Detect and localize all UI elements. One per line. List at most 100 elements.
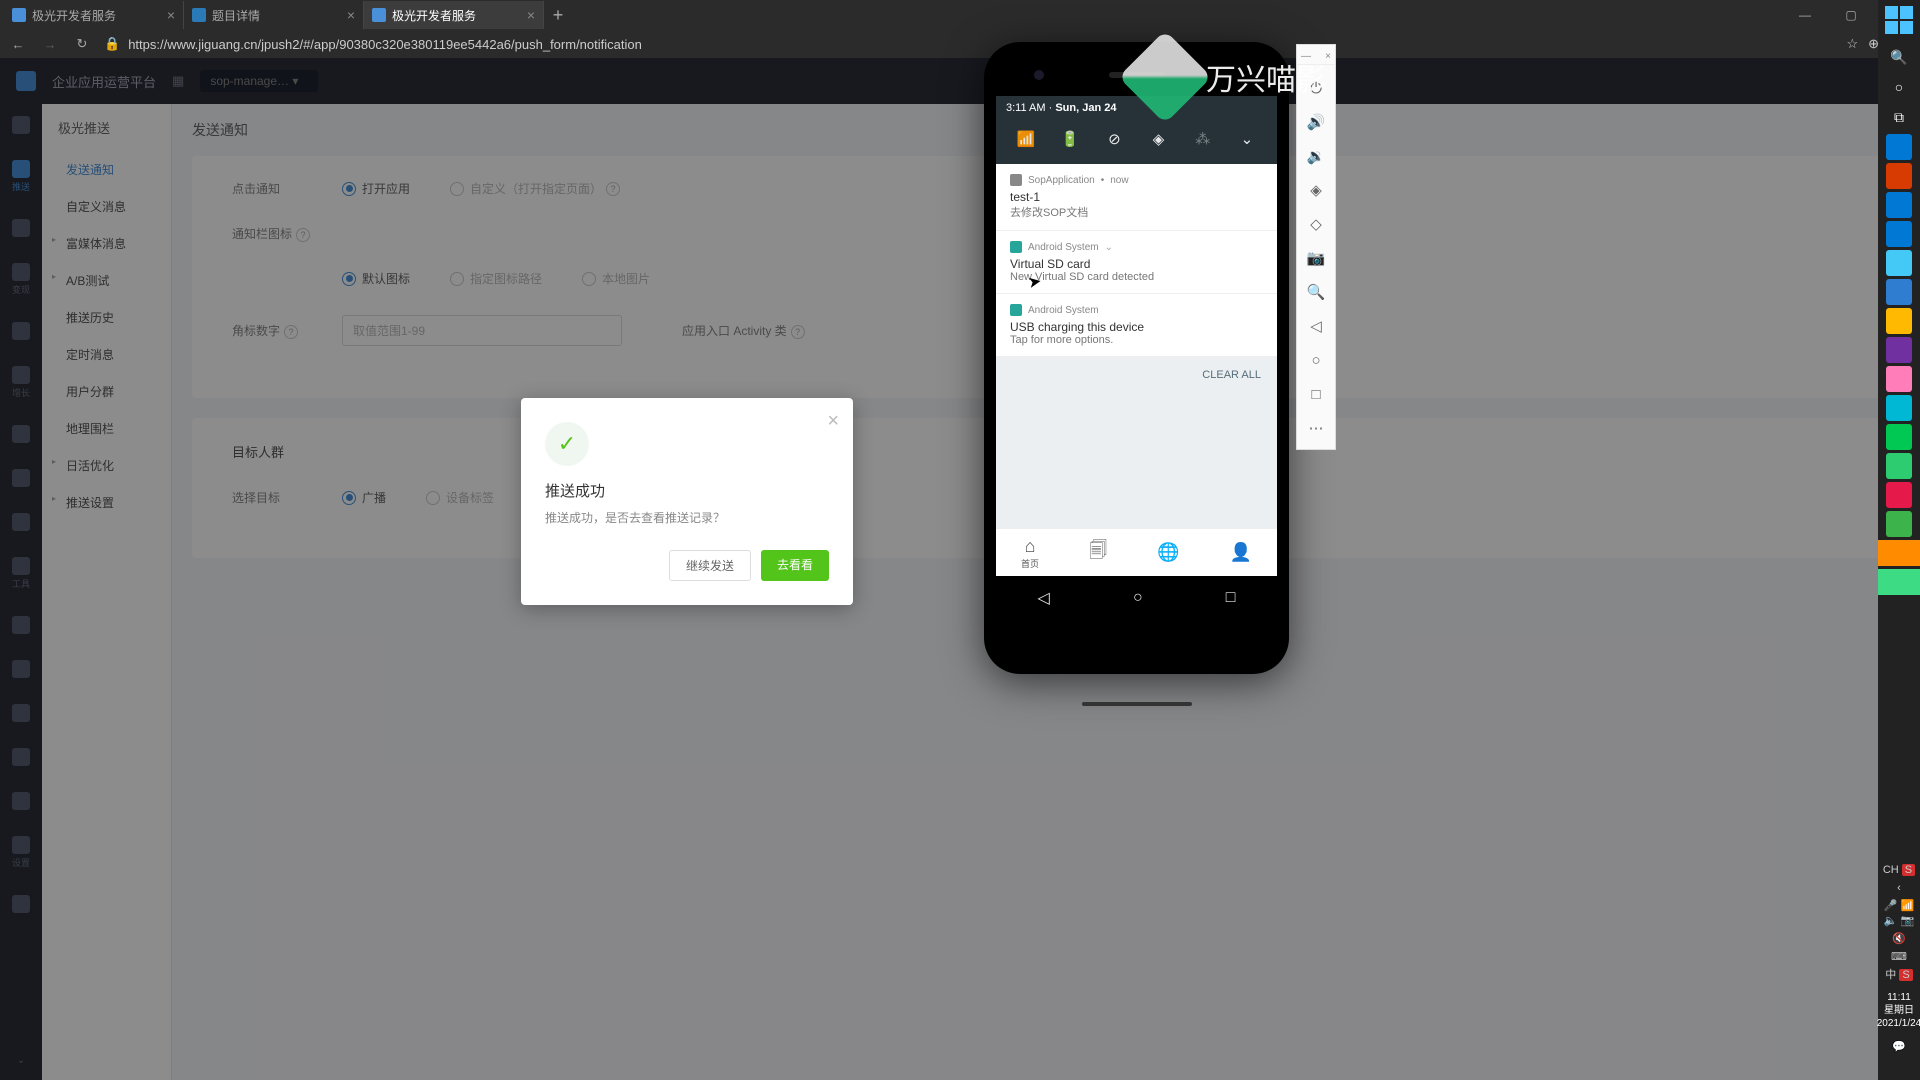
nav-home-icon[interactable]: ○ [1133, 589, 1143, 607]
notif-app-name: Android System [1028, 305, 1099, 316]
tab-close-icon[interactable]: × [527, 7, 535, 23]
browser-tab[interactable]: 极光开发者服务 × [364, 1, 544, 29]
signal-icon[interactable]: 📶 [1016, 130, 1036, 150]
taskbar-app-icon[interactable] [1886, 250, 1912, 276]
clock-date: 2021/1/24 [1877, 1017, 1920, 1030]
browser-tab[interactable]: 题目详情 × [184, 1, 364, 29]
url-text: https://www.jiguang.cn/jpush2/#/app/9038… [128, 37, 642, 52]
volume-up-icon[interactable]: 🔊 [1302, 108, 1330, 136]
dialog-message: 推送成功，是否去查看推送记录？ [545, 509, 829, 526]
tab-close-icon[interactable]: × [347, 7, 355, 23]
taskbar-app-icon[interactable] [1886, 279, 1912, 305]
expand-icon[interactable]: ⌄ [1237, 130, 1257, 150]
taskbar-app-icon[interactable] [1886, 337, 1912, 363]
window-minimize[interactable]: ― [1782, 0, 1828, 30]
tab-3[interactable]: 🌐 [1157, 542, 1179, 563]
phone-speaker [1109, 72, 1165, 78]
screenshot-icon[interactable]: 📷 [1302, 244, 1330, 272]
nav-forward-icon[interactable]: → [40, 37, 60, 52]
tray-expand-icon[interactable]: ‹ [1877, 879, 1920, 897]
clear-all-button[interactable]: CLEAR ALL [996, 357, 1277, 393]
taskbar-app-icon[interactable] [1886, 366, 1912, 392]
nav-recent-icon[interactable]: □ [1226, 589, 1236, 607]
cortana-icon[interactable]: ○ [1886, 74, 1912, 100]
nav-refresh-icon[interactable]: ↻ [72, 36, 92, 52]
taskbar-app-icon[interactable] [1886, 453, 1912, 479]
tab-2[interactable]: 🗐 [1089, 538, 1107, 568]
nav-back-icon[interactable]: ◁ [1038, 588, 1050, 608]
tray-icons[interactable]: 🎤 📶 🔈 📷 [1877, 897, 1920, 930]
taskbar-apps [1878, 134, 1920, 595]
power-icon[interactable]: ⏻ [1302, 74, 1330, 102]
success-dialog: × ✓ 推送成功 推送成功，是否去查看推送记录？ 继续发送 去看看 [521, 398, 853, 605]
windows-taskbar: 🔍 ○ ⧉ CH S ‹ 🎤 📶 🔈 📷 🔇 ⌨ 中 S 11:11 星期日 2… [1878, 0, 1920, 1080]
back-icon[interactable]: ◁ [1302, 312, 1330, 340]
app-icon [1010, 304, 1022, 316]
battery-icon[interactable]: 🔋 [1060, 130, 1080, 150]
notif-app-name: SopApplication [1028, 175, 1095, 186]
notification[interactable]: Android SystemUSB charging this deviceTa… [996, 294, 1277, 357]
notification[interactable]: SopApplication • nowtest-1去修改SOP文档 [996, 164, 1277, 231]
quick-settings: 📶 🔋 ⊘ ◈ ⁂ ⌄ [996, 120, 1277, 164]
start-button[interactable] [1885, 6, 1913, 34]
taskbar-app-icon[interactable] [1886, 511, 1912, 537]
notification-list: SopApplication • nowtest-1去修改SOP文档Androi… [996, 164, 1277, 357]
modal-backdrop[interactable] [0, 58, 1920, 1080]
home-icon[interactable]: ○ [1302, 346, 1330, 374]
search-icon[interactable]: 🔍 [1886, 44, 1912, 70]
taskbar-app-icon[interactable] [1886, 482, 1912, 508]
home-tab[interactable]: ⌂首页 [1021, 536, 1039, 570]
bluetooth-icon[interactable]: ⁂ [1193, 130, 1213, 150]
browser-tab[interactable]: 极光开发者服务 × [4, 1, 184, 29]
close-icon[interactable]: × [827, 410, 839, 433]
home-indicator [1082, 702, 1192, 706]
zoom-icon[interactable]: 🔍 [1302, 278, 1330, 306]
continue-send-button[interactable]: 继续发送 [669, 550, 751, 581]
taskbar-app-icon[interactable] [1886, 308, 1912, 334]
rotation-icon[interactable]: ◈ [1149, 130, 1169, 150]
taskbar-app-icon[interactable] [1886, 395, 1912, 421]
more-icon[interactable]: ⋯ [1302, 414, 1330, 442]
favicon-icon [192, 8, 206, 22]
action-center-icon[interactable]: 💬 [1877, 1038, 1920, 1056]
tab-title: 极光开发者服务 [392, 7, 476, 24]
chevron-down-icon[interactable]: ⌄ [1105, 242, 1113, 253]
notif-body: Tap for more options. [1010, 334, 1263, 346]
notif-body: 去修改SOP文档 [1010, 204, 1263, 220]
new-tab-button[interactable]: + [544, 5, 572, 26]
taskbar-app-icon[interactable] [1878, 540, 1920, 566]
emulator-toolbar: — × ⏻ 🔊 🔉 ◈ ◇ 📷 🔍 ◁ ○ □ ⋯ [1296, 44, 1336, 450]
taskbar-app-icon[interactable] [1886, 221, 1912, 247]
tray-keyboard-icon[interactable]: ⌨ [1877, 948, 1920, 966]
overview-icon[interactable]: □ [1302, 380, 1330, 408]
address-bar[interactable]: 🔒 https://www.jiguang.cn/jpush2/#/app/90… [104, 36, 1834, 52]
notif-body: New Virtual SD card detected [1010, 271, 1263, 283]
taskbar-app-icon[interactable] [1886, 163, 1912, 189]
tab-title: 题目详情 [212, 7, 260, 24]
notification[interactable]: Android System ⌄Virtual SD cardNew Virtu… [996, 231, 1277, 294]
volume-down-icon[interactable]: 🔉 [1302, 142, 1330, 170]
tray-ime[interactable]: CH S [1877, 861, 1920, 879]
taskbar-app-icon[interactable] [1886, 424, 1912, 450]
system-clock[interactable]: CH S ‹ 🎤 📶 🔈 📷 🔇 ⌨ 中 S 11:11 星期日 2021/1/… [1875, 855, 1920, 1080]
go-view-button[interactable]: 去看看 [761, 550, 829, 581]
rotate-left-icon[interactable]: ◈ [1302, 176, 1330, 204]
tray-ime2[interactable]: 中 S [1877, 966, 1920, 984]
tab-close-icon[interactable]: × [167, 7, 175, 23]
nav-back-icon[interactable]: ← [8, 37, 28, 52]
taskbar-app-icon[interactable] [1886, 134, 1912, 160]
favorites-icon[interactable]: ☆ [1846, 36, 1858, 52]
app-icon [1010, 174, 1022, 186]
tab-4[interactable]: 👤 [1230, 542, 1252, 563]
app-icon [1010, 241, 1022, 253]
favicon-icon [12, 8, 26, 22]
tray-mute-icon[interactable]: 🔇 [1877, 930, 1920, 948]
rotate-right-icon[interactable]: ◇ [1302, 210, 1330, 238]
taskbar-app-icon[interactable] [1878, 569, 1920, 595]
tool-close-icon[interactable]: × [1325, 51, 1331, 62]
task-view-icon[interactable]: ⧉ [1886, 104, 1912, 130]
window-maximize[interactable]: ▢ [1828, 0, 1874, 30]
dnd-icon[interactable]: ⊘ [1104, 130, 1124, 150]
tool-minimize-icon[interactable]: — [1301, 51, 1311, 62]
taskbar-app-icon[interactable] [1886, 192, 1912, 218]
